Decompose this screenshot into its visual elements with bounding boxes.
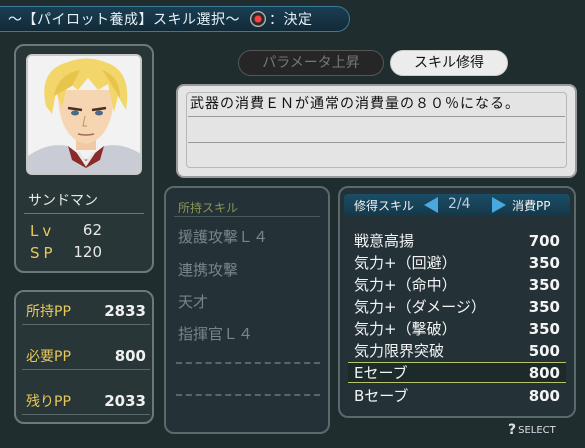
divider [188, 142, 565, 143]
circle-button-icon [250, 11, 266, 27]
skill-cost: 800 [528, 363, 560, 382]
divider [188, 116, 565, 117]
divider [24, 213, 144, 214]
skill-name: 気力+（ダメージ） [354, 298, 486, 316]
screen-title: ～【パイロット養成】スキル選択～ [8, 12, 240, 28]
empty-slot [176, 362, 320, 364]
skill-cost: 700 [528, 231, 560, 250]
skill-cost: 500 [528, 341, 560, 360]
select-hint: ? SELECT [508, 422, 556, 438]
learnable-skill-row[interactable]: Bセーブ 800 [348, 385, 566, 406]
tab-skill-acquire[interactable]: スキル修得 [390, 50, 508, 76]
level-row: Lv [30, 221, 55, 240]
sp-value: 120 [73, 243, 102, 261]
owned-skill-item: 援護攻撃Ｌ４ [178, 228, 269, 246]
help-icon: ? [508, 422, 517, 438]
skill-name: Eセーブ [354, 364, 408, 382]
level-value: 62 [82, 221, 102, 239]
learnable-skill-row[interactable]: 気力+（ダメージ） 350 [348, 296, 566, 317]
remaining-pp-row: 残りPP 2033 [22, 387, 150, 415]
skill-name: 気力+（撃破） [354, 320, 457, 338]
owned-skill-item: 天才 [178, 293, 209, 311]
level-label: Lv [30, 222, 56, 240]
owned-pp-value: 2833 [104, 301, 146, 320]
required-pp-row: 必要PP 800 [22, 342, 150, 370]
learnable-skill-row[interactable]: 気力+（回避） 350 [348, 252, 566, 273]
title-bar: ～【パイロット養成】スキル選択～ ：決定 [0, 6, 350, 32]
skill-name: 気力限界突破 [354, 342, 445, 360]
skill-name: 気力+（回避） [354, 254, 457, 272]
pilot-portrait [26, 54, 142, 175]
sp-label: SP [30, 244, 57, 262]
owned-skill-item: 連携攻撃 [178, 261, 239, 279]
select-label: SELECT [518, 424, 556, 436]
owned-skill-item: 指揮官Ｌ４ [178, 325, 254, 343]
arrow-left-icon[interactable] [424, 197, 438, 213]
empty-slot [176, 394, 320, 396]
skill-name: 気力+（命中） [354, 276, 457, 294]
sp-row: SP [30, 243, 57, 262]
owned-pp-label: 所持PP [26, 303, 71, 320]
remaining-pp-value: 2033 [104, 391, 146, 410]
learnable-skill-row[interactable]: 気力+（撃破） 350 [348, 318, 566, 339]
learnable-skill-row-selected[interactable]: Eセーブ 800 [348, 362, 566, 383]
skill-cost: 350 [528, 297, 560, 316]
learnable-skill-row[interactable]: 戦意高揚 700 [348, 230, 566, 251]
learnable-skill-row[interactable]: 気力限界突破 500 [348, 340, 566, 361]
divider [174, 216, 320, 217]
owned-skills-header: 所持スキル [178, 201, 239, 215]
skill-cost: 350 [528, 275, 560, 294]
confirm-hint: ：決定 [269, 12, 313, 28]
owned-pp-row: 所持PP 2833 [22, 297, 150, 325]
cost-header: 消費PP [512, 199, 551, 213]
skill-name: Bセーブ [354, 387, 409, 405]
skill-cost: 350 [528, 319, 560, 338]
required-pp-value: 800 [114, 346, 146, 365]
arrow-right-icon[interactable] [492, 197, 506, 213]
skill-cost: 350 [528, 253, 560, 272]
skill-description: 武器の消費ＥＮが通常の消費量の８０％になる。 [190, 96, 520, 112]
required-pp-label: 必要PP [26, 348, 71, 365]
learnable-title: 修得スキル [354, 199, 415, 213]
page-indicator: 2/4 [448, 196, 471, 212]
learnable-skill-row[interactable]: 気力+（命中） 350 [348, 274, 566, 295]
skill-cost: 800 [528, 386, 560, 405]
skill-name: 戦意高揚 [354, 232, 415, 250]
pilot-name: サンドマン [28, 193, 98, 209]
tab-parameter-raise[interactable]: パラメータ上昇 [238, 50, 384, 76]
remaining-pp-label: 残りPP [26, 393, 71, 410]
